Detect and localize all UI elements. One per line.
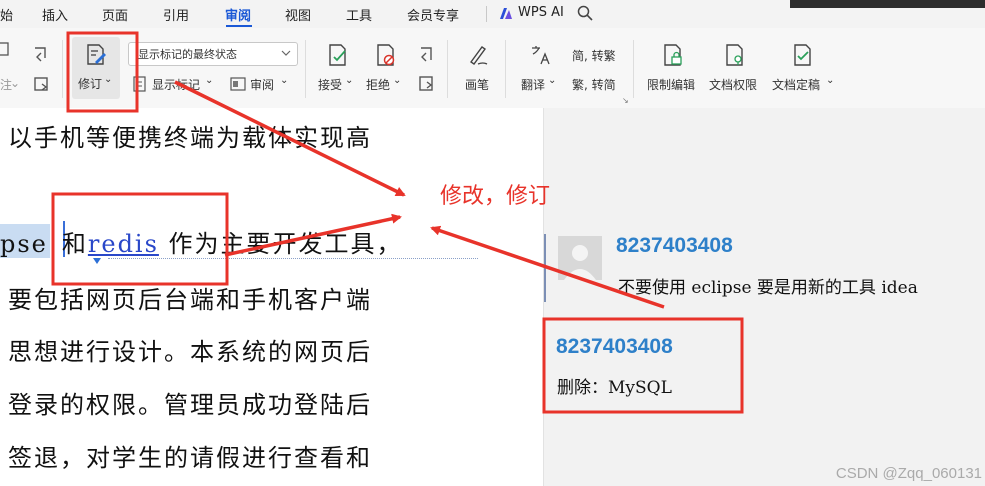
to-simplified-button[interactable]: 繁, 转简 bbox=[572, 76, 616, 93]
markup-state-value: 显示标记的最终状态 bbox=[138, 48, 237, 61]
active-tab-underline bbox=[226, 25, 252, 27]
accept-icon[interactable] bbox=[327, 43, 349, 67]
user-avatar-icon bbox=[564, 245, 596, 280]
watermark: CSDN @Zqq_060131 bbox=[835, 465, 982, 482]
menu-start[interactable]: 始 bbox=[0, 5, 13, 24]
review-ribbon: 注 ⌄ 修订 ⌄ 显示标记的最终状态 显示标记 ⌄ 审阅 ⌄ 接受 ⌄ 拒绝 ⌄… bbox=[0, 28, 985, 109]
show-markup-icon bbox=[133, 76, 146, 92]
menu-member[interactable]: 会员专享 bbox=[407, 5, 459, 24]
revision-marker-icon bbox=[93, 258, 101, 264]
translate-icon[interactable] bbox=[529, 43, 553, 67]
comment-pane: 8237403408 不要使用 eclipse 要是用新的工具 idea 823… bbox=[543, 108, 985, 486]
reject-button[interactable]: 拒绝 bbox=[366, 76, 390, 93]
restrict-edit-icon[interactable] bbox=[662, 43, 684, 67]
pen-icon[interactable] bbox=[466, 43, 490, 67]
group-launcher-icon[interactable]: ↘ bbox=[622, 96, 629, 105]
comment-icon[interactable] bbox=[0, 40, 10, 60]
markup-state-select[interactable]: 显示标记的最终状态 bbox=[128, 42, 298, 66]
menu-review[interactable]: 审阅 bbox=[225, 5, 251, 24]
restrict-edit-button[interactable]: 限制编辑 bbox=[647, 76, 695, 93]
search-icon[interactable] bbox=[577, 5, 593, 21]
pen-button[interactable]: 画笔 bbox=[465, 76, 489, 93]
show-markup-button[interactable]: 显示标记 bbox=[152, 76, 200, 93]
window-top-strip bbox=[790, 0, 985, 8]
doc-line-6: 签退，对学生的请假进行查看和 bbox=[8, 444, 372, 472]
menu-view[interactable]: 视图 bbox=[285, 5, 311, 24]
doc-line-5: 登录的权限。管理员成功登陆后 bbox=[8, 391, 372, 419]
document-page[interactable]: 以手机等便携终端为载体实现高 pse 和redis 作为主要开发工具， 要包括网页… bbox=[0, 108, 543, 486]
join-text: 和 bbox=[61, 230, 88, 258]
next-change-icon[interactable] bbox=[417, 74, 437, 94]
review-pane-button[interactable]: 审阅 bbox=[250, 76, 274, 93]
prev-change-icon[interactable] bbox=[417, 45, 437, 65]
wps-ai-logo-icon bbox=[500, 8, 512, 19]
inserted-revision-text[interactable]: redis bbox=[88, 230, 159, 258]
menu-separator bbox=[486, 6, 487, 22]
revise-icon[interactable] bbox=[84, 43, 108, 67]
revise-button[interactable]: 修订 bbox=[78, 75, 102, 92]
annotation-label: 修改，修订 bbox=[440, 184, 551, 209]
menu-insert[interactable]: 插入 bbox=[42, 5, 68, 24]
wps-ai-button[interactable]: WPS AI bbox=[518, 5, 564, 20]
doc-permission-button[interactable]: 文档权限 bbox=[709, 76, 757, 93]
review-pane-icon bbox=[230, 77, 246, 91]
doc-line-4: 思想进行设计。本系统的网页后 bbox=[8, 338, 372, 366]
doc-finalize-icon[interactable] bbox=[792, 43, 814, 67]
comment-author: 8237403408 bbox=[616, 234, 733, 257]
doc-line-2: pse 和redis 作为主要开发工具， bbox=[0, 224, 403, 259]
comment-active-bar bbox=[544, 234, 546, 302]
prev-comment-icon[interactable] bbox=[32, 44, 52, 64]
revision-author: 8237403408 bbox=[556, 335, 673, 358]
comment-text[interactable]: 不要使用 eclipse 要是用新的工具 idea bbox=[618, 273, 918, 298]
to-traditional-button[interactable]: 简, 转繁 bbox=[572, 47, 616, 64]
doc-finalize-button[interactable]: 文档定稿 bbox=[772, 76, 820, 93]
accept-button[interactable]: 接受 bbox=[318, 76, 342, 93]
selected-text: pse bbox=[0, 230, 48, 258]
reject-icon[interactable] bbox=[375, 43, 397, 67]
revise-dropdown-icon[interactable]: ⌄ bbox=[104, 74, 112, 85]
doc-line-1: 以手机等便携终端为载体实现高 bbox=[8, 124, 372, 152]
menu-page[interactable]: 页面 bbox=[102, 5, 128, 24]
chevron-down-icon bbox=[281, 50, 291, 56]
menu-tools[interactable]: 工具 bbox=[346, 5, 372, 24]
translate-button[interactable]: 翻译 bbox=[521, 76, 545, 93]
doc-line-3: 要包括网页后台端和手机客户端 bbox=[8, 286, 372, 314]
doc-permission-icon[interactable] bbox=[724, 43, 746, 67]
avatar bbox=[558, 236, 602, 280]
next-comment-icon[interactable] bbox=[32, 74, 52, 94]
doc-line-2-rest: 作为主要开发工具， bbox=[158, 230, 403, 258]
revision-deletion-text[interactable]: 删除：MySQL bbox=[557, 373, 672, 398]
menu-bar: 始 插入 页面 引用 审阅 视图 工具 会员专享 WPS AI bbox=[0, 0, 985, 28]
comment-connector-line bbox=[108, 258, 478, 259]
menu-reference[interactable]: 引用 bbox=[163, 5, 189, 24]
